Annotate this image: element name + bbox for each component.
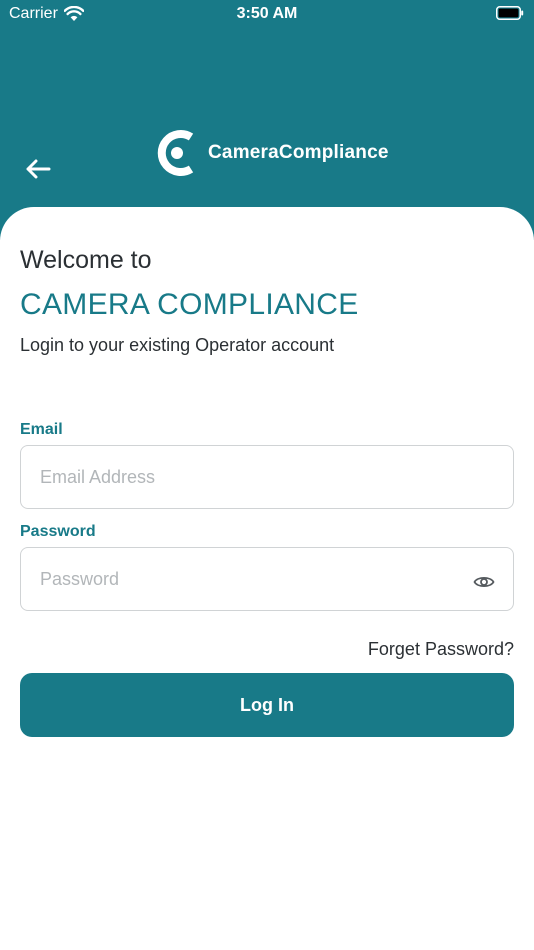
back-button[interactable]: [22, 155, 54, 183]
camera-compliance-logo-icon: [157, 130, 194, 176]
email-input[interactable]: [40, 446, 460, 508]
password-field[interactable]: [20, 547, 514, 611]
eye-icon[interactable]: [473, 574, 495, 590]
welcome-heading: Welcome to: [20, 246, 152, 274]
email-field[interactable]: [20, 445, 514, 509]
arrow-left-icon: [26, 159, 51, 179]
login-button[interactable]: Log In: [20, 673, 514, 737]
email-label: Email: [20, 421, 63, 438]
password-label: Password: [20, 523, 96, 540]
app-logo: CameraCompliance: [156, 128, 389, 178]
password-input[interactable]: [40, 548, 460, 610]
status-bar: Carrier 3:50 AM: [0, 0, 534, 28]
forgot-password-link[interactable]: Forget Password?: [368, 639, 514, 660]
login-subtitle: Login to your existing Operator account: [20, 335, 335, 355]
logo-text: CameraCompliance: [208, 142, 389, 163]
brand-title: CAMERA COMPLIANCE: [20, 288, 359, 321]
status-time: 3:50 AM: [236, 5, 298, 22]
header: Carrier 3:50 AM CameraCompliance: [0, 0, 534, 240]
battery-icon: [496, 6, 524, 20]
